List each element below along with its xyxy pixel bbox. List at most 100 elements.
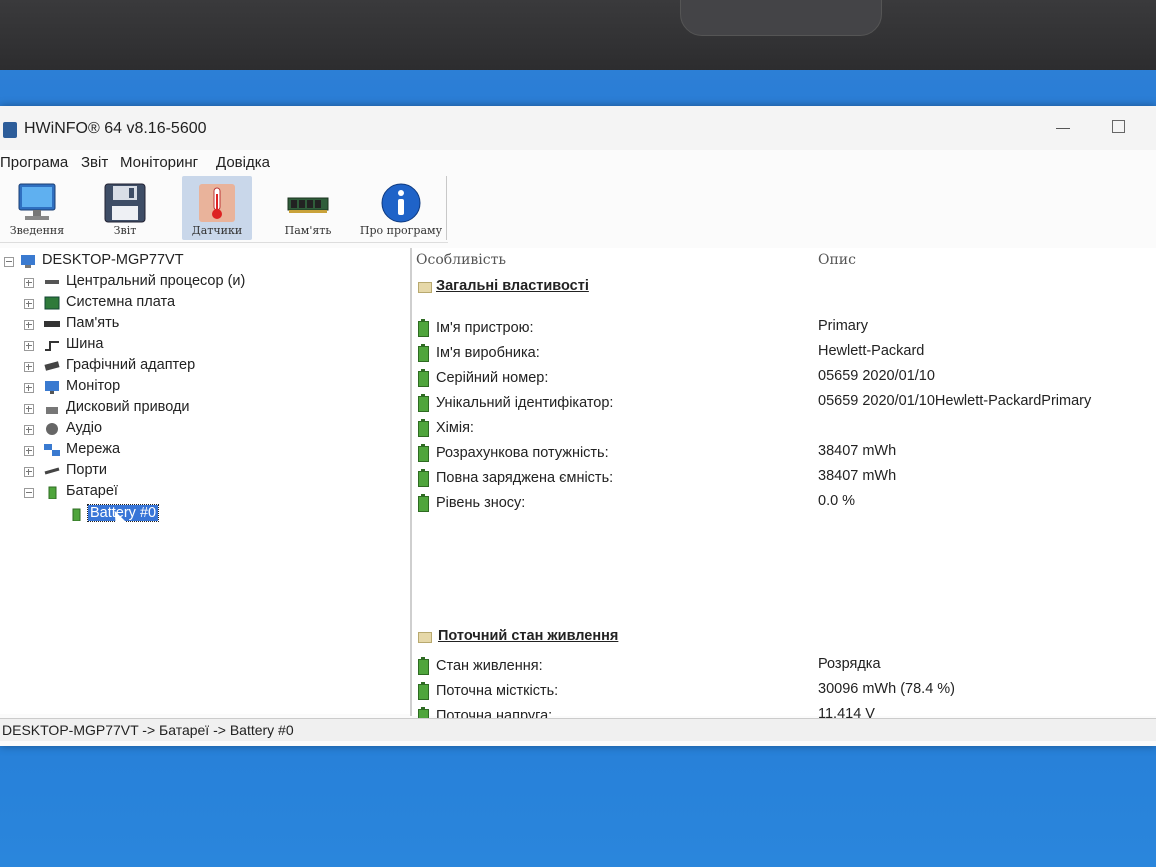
property-name: Розрахункова потужність: [436,445,609,461]
battery-icon [418,394,429,412]
sensors-button[interactable]: Датчики [182,176,252,240]
expand-icon[interactable] [24,446,34,456]
battery-icon [418,682,429,700]
section-title: Загальні властивості [436,278,589,294]
section-title: Поточний стан живлення [438,628,619,644]
property-value: 30096 mWh (78.4 %) [818,681,956,697]
expand-icon[interactable] [24,362,34,372]
tree-item-label: Пам'ять [66,315,120,331]
about-label: Про програму [359,224,443,237]
section-icon [418,282,432,293]
details-pane: Особливість Опис Загальні властивості Ім… [412,248,1156,725]
menu-program[interactable]: Програма [0,154,68,171]
tree-item-label: Порти [66,462,107,478]
section-icon [418,632,432,643]
tree-item-label: Центральний процесор (и) [66,273,246,289]
network-icon [44,444,60,456]
tree-item-label: Аудіо [66,420,103,436]
property-value: Primary [818,318,868,334]
expand-icon[interactable] [24,467,34,477]
property-value: 38407 mWh [818,443,897,459]
expand-icon[interactable] [24,425,34,435]
property-value: 05659 2020/01/10Hewlett-PackardPrimary [818,393,1092,409]
sensors-label: Датчики [191,224,243,237]
battery-icon [418,494,429,512]
toolbar-separator [446,176,447,240]
memory-button[interactable]: Пам'ять [272,176,344,240]
ports-icon [44,467,60,475]
tree-root-label: DESKTOP-MGP77VT [42,252,184,268]
tree-item-label: Мережа [66,441,121,457]
property-name: Стан живлення: [436,658,543,674]
about-button[interactable]: Про програму [356,176,446,240]
battery-icon [48,486,57,499]
bus-icon [45,341,59,351]
menu-help[interactable]: Довідка [216,154,270,171]
expand-icon[interactable] [24,383,34,393]
webcam [680,0,882,36]
tree-item-label: Батареї [66,483,118,499]
property-value: Hewlett-Packard [818,343,925,359]
property-name: Хімія: [436,420,474,436]
property-name: Серійний номер: [436,370,549,386]
summary-button[interactable]: Зведення [2,176,72,240]
floppy-disk-icon [104,183,146,223]
info-icon [381,183,421,223]
expand-icon[interactable] [24,278,34,288]
expand-icon[interactable] [24,341,34,351]
menu-report[interactable]: Звіт [81,154,108,171]
audio-icon [46,423,58,435]
motherboard-icon [44,296,60,310]
toolbar: Зведення Звіт Датчики Пам'ять Про програ… [0,176,448,243]
computer-icon [21,255,35,268]
memory-module-icon [287,197,329,213]
maximize-button[interactable] [1112,120,1125,133]
tree-item-label: Графічний адаптер [66,357,196,373]
property-name: Ім'я пристрою: [436,320,534,336]
property-name: Поточна місткість: [436,683,559,699]
collapse-icon[interactable] [24,488,34,498]
battery-icon [418,369,429,387]
expand-icon[interactable] [24,404,34,414]
report-label: Звіт [113,224,137,237]
hwinfo-app-icon [3,122,17,138]
property-name: Рівень зносу: [436,495,526,511]
expand-icon[interactable] [24,320,34,330]
battery-icon [418,657,429,675]
column-header-description[interactable]: Опис [818,252,856,268]
property-name: Ім'я виробника: [436,345,540,361]
tree-item-label: Системна плата [66,294,176,310]
memory-icon [44,321,60,327]
collapse-icon[interactable] [4,257,14,267]
tree-item-label: Дисковий приводи [66,399,190,415]
battery-icon [418,319,429,337]
property-value: 05659 2020/01/10 [818,368,935,384]
status-path: DESKTOP-MGP77VT -> Батареї -> Battery #0 [2,722,294,738]
cpu-icon [45,280,59,284]
column-header-feature[interactable]: Особливість [416,252,506,268]
report-button[interactable]: Звіт [92,176,158,240]
title-bar: HWiNFO® 64 v8.16-5600 [0,106,1156,150]
property-name: Повна заряджена ємність: [436,470,614,486]
laptop-bezel [0,0,1156,78]
property-value: 38407 mWh [818,468,897,484]
property-value: Розрядка [818,656,881,672]
battery-icon [418,469,429,487]
menu-monitoring[interactable]: Моніторинг [120,154,198,171]
battery-icon [418,344,429,362]
tree-item-label: Шина [66,336,104,352]
monitor-icon [18,183,56,220]
memory-label: Пам'ять [284,224,332,237]
property-value: 0.0 % [818,493,856,509]
battery-icon [418,419,429,437]
window-title: HWiNFO® 64 v8.16-5600 [24,120,207,137]
property-name: Унікальний ідентифікатор: [436,395,614,411]
hwinfo-window: HWiNFO® 64 v8.16-5600 Програма Звіт Моні… [0,106,1156,746]
minimize-button[interactable] [1056,118,1072,134]
thermometer-icon [199,184,235,222]
summary-label: Зведення [9,224,65,237]
battery-icon [418,444,429,462]
expand-icon[interactable] [24,299,34,309]
menu-bar: Програма Звіт Моніторинг Довідка [0,152,1156,176]
monitor-icon [45,381,59,394]
